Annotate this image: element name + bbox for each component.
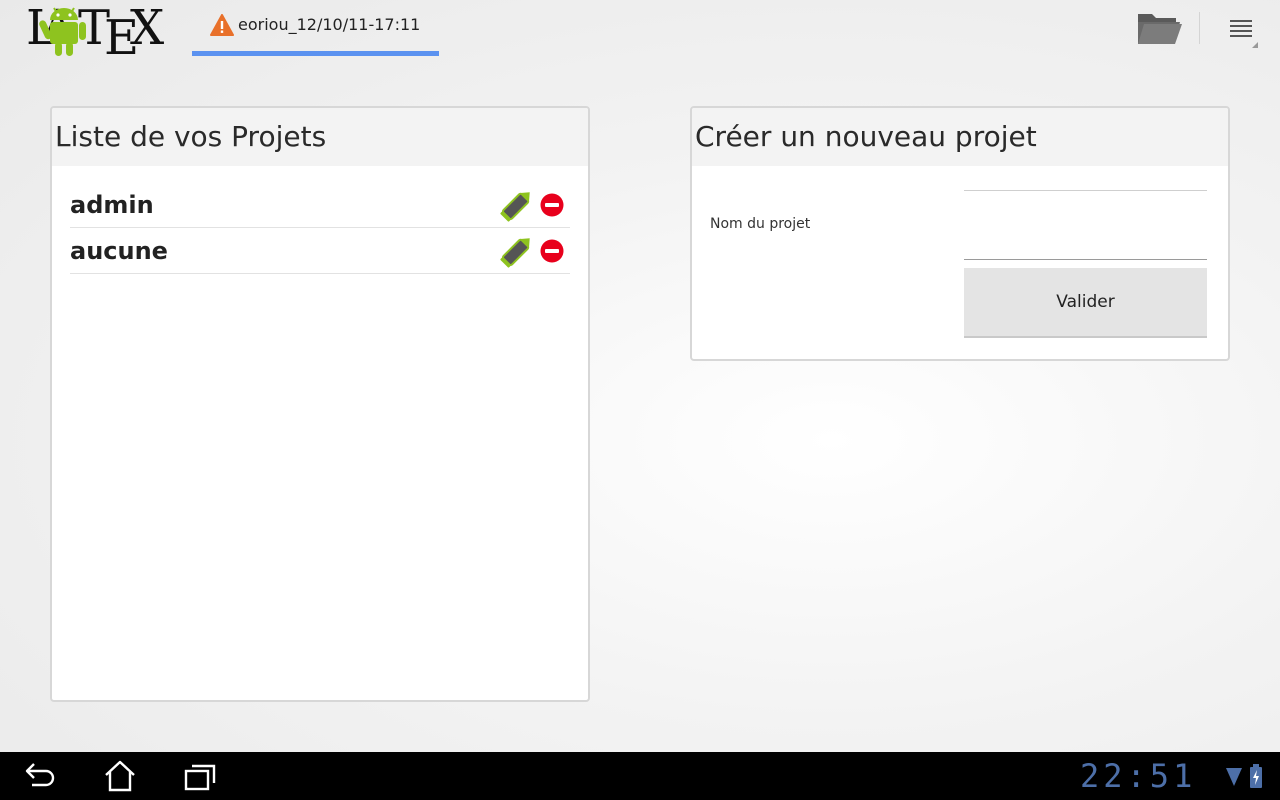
delete-icon[interactable] [540, 193, 564, 217]
recent-apps-button[interactable] [180, 758, 220, 794]
tab-current-document[interactable]: eoriou_12/10/11-17:11 [192, 10, 439, 56]
action-bar-divider [1199, 12, 1200, 44]
project-name-input[interactable] [964, 190, 1207, 260]
battery-icon [1250, 764, 1262, 788]
home-button[interactable] [100, 758, 140, 794]
back-button[interactable] [20, 758, 60, 794]
app-logo: L A T E X [26, 0, 168, 58]
tab-label: eoriou_12/10/11-17:11 [238, 15, 421, 34]
recent-apps-icon [184, 764, 216, 791]
svg-text:X: X [130, 0, 164, 56]
project-name[interactable]: aucune [70, 237, 168, 265]
project-list: admin aucune [70, 182, 570, 274]
tab-selected-indicator [192, 51, 439, 56]
pencil-icon[interactable] [498, 232, 536, 270]
status-clock[interactable]: 22:51 [1080, 758, 1196, 794]
project-name-label: Nom du projet [710, 216, 811, 232]
action-bar: L A T E X eoriou_12/10 [0, 0, 1280, 62]
create-project-title: Créer un nouveau projet [692, 108, 1228, 166]
latex-android-logo: L A T E X [26, 0, 164, 58]
overflow-menu-button[interactable] [1222, 12, 1262, 52]
list-item[interactable]: aucune [70, 228, 570, 274]
projects-panel: Liste de vos Projets admin aucune [50, 106, 590, 702]
system-navigation-bar: 22:51 [0, 752, 1280, 800]
project-name[interactable]: admin [70, 191, 154, 219]
warning-icon [210, 14, 234, 36]
pencil-icon[interactable] [498, 186, 536, 224]
projects-panel-title: Liste de vos Projets [52, 108, 588, 166]
create-project-panel: Créer un nouveau projet Nom du projet Va… [690, 106, 1230, 361]
back-icon [25, 763, 55, 787]
overflow-menu-icon [1230, 20, 1258, 48]
delete-icon[interactable] [540, 239, 564, 263]
home-icon [105, 760, 135, 792]
folder-open-icon [1138, 14, 1182, 44]
list-item[interactable]: admin [70, 182, 570, 228]
open-folder-button[interactable] [1134, 8, 1184, 48]
wifi-icon [1226, 768, 1242, 786]
validate-button[interactable]: Valider [964, 268, 1207, 338]
